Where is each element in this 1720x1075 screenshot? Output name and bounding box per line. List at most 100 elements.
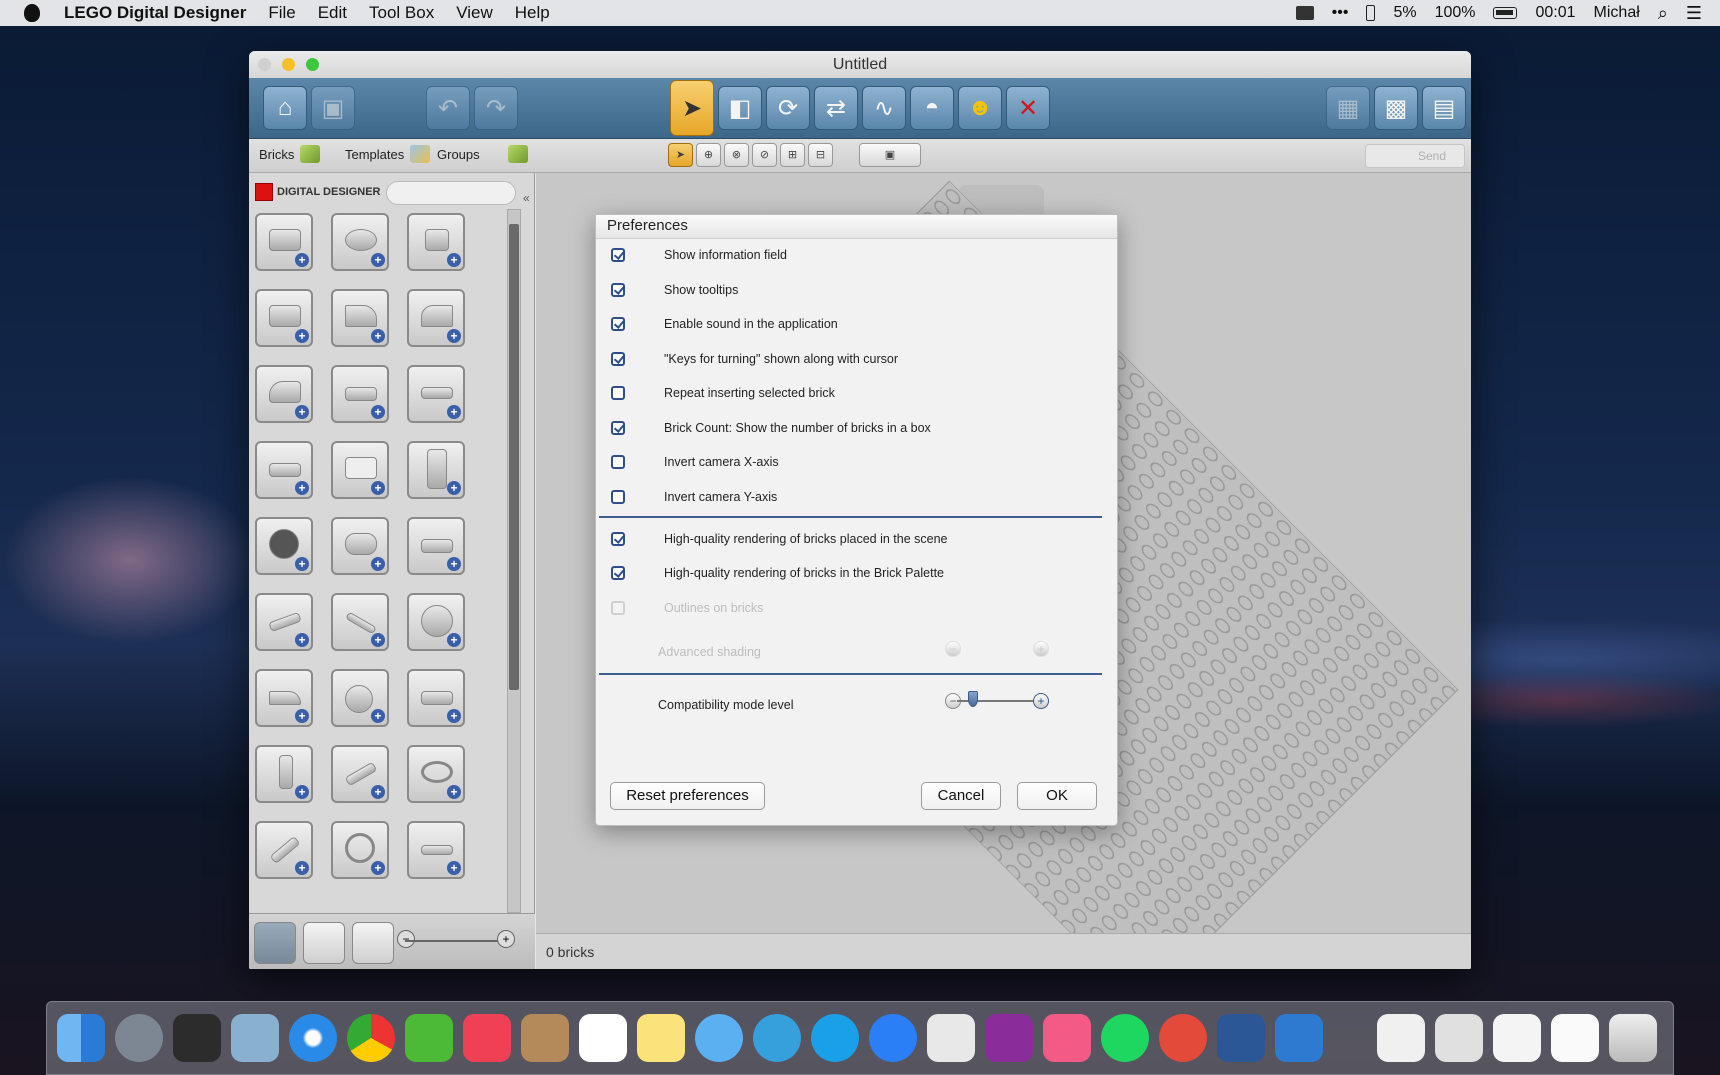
color-select-button[interactable]: ⊗ (724, 143, 749, 167)
pref-keys-for-turning[interactable]: "Keys for turning" shown along with curs… (611, 349, 898, 369)
skype-icon[interactable] (811, 1014, 859, 1062)
building-guide-button[interactable]: ▤ (1422, 86, 1466, 130)
apple-icon[interactable] (24, 4, 40, 22)
invert-select-button[interactable]: ⊟ (808, 143, 833, 167)
pref-invert-x[interactable]: Invert camera X-axis (611, 452, 779, 472)
safari-icon[interactable] (289, 1014, 337, 1062)
palette-zoom-slider[interactable] (405, 940, 501, 942)
view-mode-button[interactable]: ▩ (1374, 86, 1418, 130)
brick-tile[interactable]: + (331, 365, 389, 423)
brick-tile[interactable]: + (407, 821, 465, 879)
single-select-button[interactable]: ➤ (668, 143, 693, 167)
brick-tile[interactable]: + (255, 593, 313, 651)
pref-brick-count[interactable]: Brick Count: Show the number of bricks i… (611, 418, 931, 438)
brick-tile[interactable]: + (255, 365, 313, 423)
menu-help[interactable]: Help (515, 3, 550, 23)
pref-show-information-field[interactable]: Show information field (611, 245, 787, 265)
mission-control-icon[interactable] (173, 1014, 221, 1062)
document-stack-icon[interactable] (1551, 1014, 1599, 1062)
dropbox-icon[interactable] (1295, 6, 1314, 20)
menu-view[interactable]: View (456, 3, 493, 23)
document-stack-icon[interactable] (1493, 1014, 1541, 1062)
palette-scrollbar[interactable] (507, 209, 521, 913)
zoom-window-button[interactable] (306, 58, 319, 71)
redo-button[interactable]: ↷ (474, 86, 518, 130)
notification-center-icon[interactable]: ☰ (1686, 3, 1702, 24)
collapse-palette-icon[interactable]: « (523, 191, 530, 205)
brick-tile[interactable]: + (331, 745, 389, 803)
pref-show-tooltips[interactable]: Show tooltips (611, 280, 738, 300)
user-name[interactable]: Michał (1594, 4, 1640, 22)
connected-select-button[interactable]: ⊕ (696, 143, 721, 167)
brick-tile[interactable]: + (407, 289, 465, 347)
brick-tile[interactable]: + (255, 517, 313, 575)
home-button[interactable]: ⌂ (263, 86, 307, 130)
save-button[interactable]: ▣ (311, 86, 355, 130)
tab-groups[interactable]: Groups (437, 145, 528, 163)
cancel-button[interactable]: Cancel (921, 782, 1001, 810)
messenger-icon[interactable] (869, 1014, 917, 1062)
checkbox[interactable] (611, 248, 625, 262)
notes-icon[interactable] (637, 1014, 685, 1062)
tab-templates[interactable]: Templates (345, 145, 431, 163)
brick-tile[interactable]: + (407, 745, 465, 803)
transmit-icon[interactable] (1159, 1014, 1207, 1062)
brick-tile[interactable]: + (331, 289, 389, 347)
color-shape-select-button[interactable]: ⊞ (780, 143, 805, 167)
checkbox[interactable] (611, 352, 625, 366)
menu-file[interactable]: File (268, 3, 295, 23)
menu-edit[interactable]: Edit (318, 3, 347, 23)
group-button[interactable]: ▣ (859, 143, 921, 167)
brick-tile[interactable]: + (407, 213, 465, 271)
palette-scroll-thumb[interactable] (509, 224, 519, 690)
decoration-tool-button[interactable]: ☻ (958, 86, 1002, 130)
finder-icon[interactable] (57, 1014, 105, 1062)
checkbox[interactable] (611, 283, 625, 297)
brick-tile[interactable]: + (331, 821, 389, 879)
shape-select-button[interactable]: ⊘ (752, 143, 777, 167)
brick-tile[interactable]: + (255, 289, 313, 347)
lego-digital-designer-icon[interactable] (1275, 1014, 1323, 1062)
brick-tile[interactable]: + (407, 593, 465, 651)
pref-hq-palette[interactable]: High-quality rendering of bricks in the … (611, 563, 944, 583)
spotify-icon[interactable] (1101, 1014, 1149, 1062)
compatibility-mode-slider[interactable]: − + (945, 691, 1049, 711)
minimize-window-button[interactable] (282, 58, 295, 71)
brick-tile[interactable]: + (255, 213, 313, 271)
brick-tile[interactable]: + (255, 669, 313, 727)
more-icon[interactable]: ••• (1332, 4, 1349, 22)
checkbox[interactable] (611, 386, 625, 400)
select-tool-button[interactable]: ➤ (670, 80, 714, 136)
brick-tile[interactable]: + (331, 669, 389, 727)
mail-icon[interactable] (231, 1014, 279, 1062)
contacts-icon[interactable] (521, 1014, 569, 1062)
trash-icon[interactable] (1609, 1014, 1657, 1062)
palette-view-button[interactable] (254, 922, 296, 964)
hinge-tool-button[interactable]: ⟳ (766, 86, 810, 130)
hinge-align-tool-button[interactable]: ⇄ (814, 86, 858, 130)
send-button[interactable]: Send (1365, 144, 1465, 168)
launchpad-icon[interactable] (115, 1014, 163, 1062)
clone-tool-button[interactable]: ◧ (718, 86, 762, 130)
ok-button[interactable]: OK (1017, 782, 1097, 810)
plus-icon[interactable]: + (1033, 693, 1049, 709)
pref-repeat-inserting[interactable]: Repeat inserting selected brick (611, 383, 835, 403)
checkbox[interactable] (611, 421, 625, 435)
pocket-icon[interactable] (463, 1014, 511, 1062)
pref-invert-y[interactable]: Invert camera Y-axis (611, 487, 777, 507)
brick-tile[interactable]: + (331, 441, 389, 499)
undo-button[interactable]: ↶ (426, 86, 470, 130)
preview-icon[interactable] (927, 1014, 975, 1062)
document-stack-icon[interactable] (1435, 1014, 1483, 1062)
brick-tile[interactable]: + (331, 517, 389, 575)
brick-tile[interactable]: + (255, 745, 313, 803)
palette-sort-button[interactable] (352, 922, 394, 964)
clock[interactable]: 00:01 (1535, 4, 1575, 22)
document-stack-icon[interactable] (1377, 1014, 1425, 1062)
palette-search-input[interactable] (386, 181, 516, 205)
calendar-icon[interactable] (579, 1014, 627, 1062)
delete-tool-button[interactable]: ✕ (1006, 86, 1050, 130)
brick-tile[interactable]: + (407, 669, 465, 727)
word-icon[interactable] (1217, 1014, 1265, 1062)
menu-app-name[interactable]: LEGO Digital Designer (64, 3, 246, 23)
